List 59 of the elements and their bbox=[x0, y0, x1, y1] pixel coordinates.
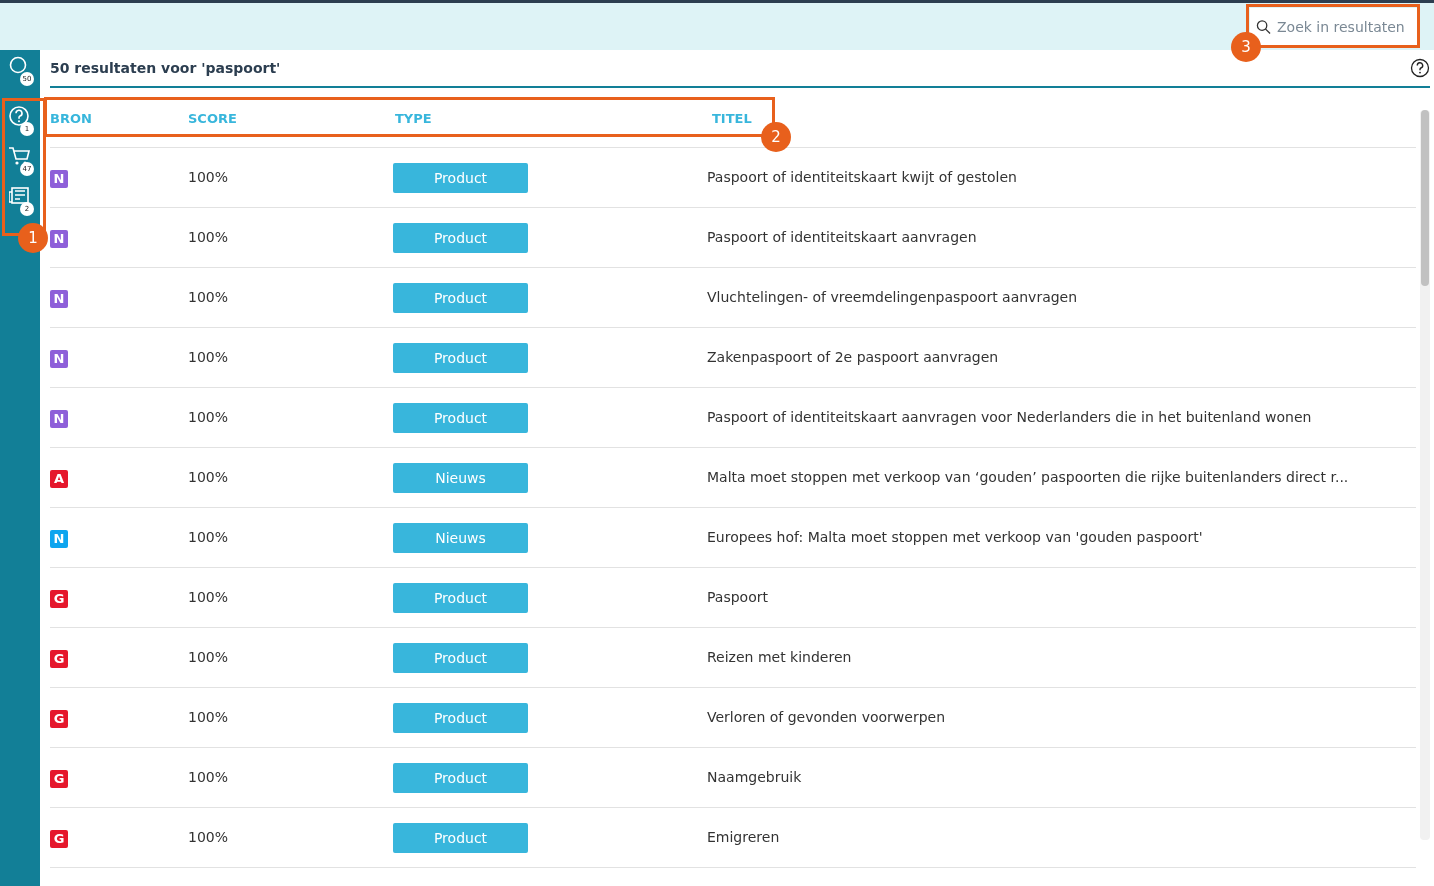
type-tag: Product bbox=[393, 222, 528, 253]
score-cell-text: 100% bbox=[188, 528, 230, 547]
type-tag: Product bbox=[393, 582, 528, 613]
type-tag: Product bbox=[393, 822, 528, 853]
title-cell[interactable]: Paspoort of identiteitskaart kwijt of gestolen bbox=[707, 167, 1017, 188]
score-cell-text: 100% bbox=[188, 288, 230, 307]
score-cell-text: 100% bbox=[188, 588, 230, 607]
scrollbar[interactable] bbox=[1420, 110, 1430, 840]
type-tag: Nieuws bbox=[393, 522, 528, 553]
type-tag: Product bbox=[393, 402, 528, 433]
search-icon bbox=[1256, 19, 1271, 35]
source-badge: G bbox=[50, 589, 68, 608]
type-tag: Product bbox=[393, 282, 528, 313]
score-cell-text: 100% bbox=[188, 648, 230, 667]
source-badge: G bbox=[50, 769, 68, 788]
title-cell[interactable]: Reizen met kinderen bbox=[707, 647, 852, 668]
score-cell-text: 100% bbox=[188, 708, 230, 727]
type-tag: Product bbox=[393, 762, 528, 793]
source-badge: N bbox=[50, 229, 68, 248]
type-tag: Product bbox=[393, 342, 528, 373]
newspaper-icon bbox=[9, 186, 31, 206]
type-tag: Nieuws bbox=[393, 462, 528, 493]
source-badge: N bbox=[50, 409, 68, 428]
search-field[interactable]: Zoek in resultaten bbox=[1250, 8, 1418, 46]
score-cell-text: 100% bbox=[188, 468, 230, 487]
callout-number: 3 bbox=[1231, 32, 1261, 62]
callout-number: 2 bbox=[761, 122, 791, 152]
results-heading: 50 resultaten voor 'paspoort' bbox=[50, 58, 281, 78]
score-cell-text: 100% bbox=[188, 768, 230, 787]
cart-icon bbox=[9, 146, 31, 166]
score-cell-text: 100% bbox=[188, 348, 230, 367]
source-badge: N bbox=[50, 529, 68, 548]
source-badge: N bbox=[50, 349, 68, 368]
title-cell[interactable]: Malta moet stoppen met verkoop van ‘gouden’ paspoorten die rijke buitenlanders direct r... bbox=[707, 467, 1349, 488]
title-cell[interactable]: Europees hof: Malta moet stoppen met verkoop van 'gouden paspoort' bbox=[707, 527, 1203, 548]
title-cell[interactable]: Naamgebruik bbox=[707, 767, 802, 788]
source-badge: G bbox=[50, 829, 68, 848]
score-cell-text: 100% bbox=[188, 408, 230, 427]
source-badge: N bbox=[50, 169, 68, 188]
title-cell[interactable]: Paspoort of identiteitskaart aanvragen voor Nederlanders die in het buitenland wonen bbox=[707, 407, 1312, 428]
title-cell[interactable]: Paspoort of identiteitskaart aanvragen bbox=[707, 227, 977, 248]
type-tag: Product bbox=[393, 702, 528, 733]
source-badge: G bbox=[50, 709, 68, 728]
title-cell[interactable]: Zakenpaspoort of 2e paspoort aanvragen bbox=[707, 347, 999, 368]
search-input[interactable]: Zoek in resultaten bbox=[1277, 16, 1412, 38]
help-icon bbox=[9, 106, 31, 126]
score-cell-text: 100% bbox=[188, 168, 230, 187]
type-tag: Product bbox=[393, 162, 528, 193]
source-badge: A bbox=[50, 469, 68, 488]
score-cell-text: 100% bbox=[188, 828, 230, 847]
title-cell[interactable]: Emigreren bbox=[707, 827, 780, 848]
title-cell[interactable]: Vluchtelingen- of vreemdelingenpaspoort aanvragen bbox=[707, 287, 1078, 308]
title-cell[interactable]: Verloren of gevonden voorwerpen bbox=[707, 707, 946, 728]
type-tag: Product bbox=[393, 642, 528, 673]
source-badge: G bbox=[50, 649, 68, 668]
help-icon[interactable] bbox=[1410, 58, 1430, 78]
source-badge: N bbox=[50, 289, 68, 308]
title-cell[interactable]: Paspoort bbox=[707, 587, 768, 608]
score-cell-text: 100% bbox=[188, 228, 230, 247]
